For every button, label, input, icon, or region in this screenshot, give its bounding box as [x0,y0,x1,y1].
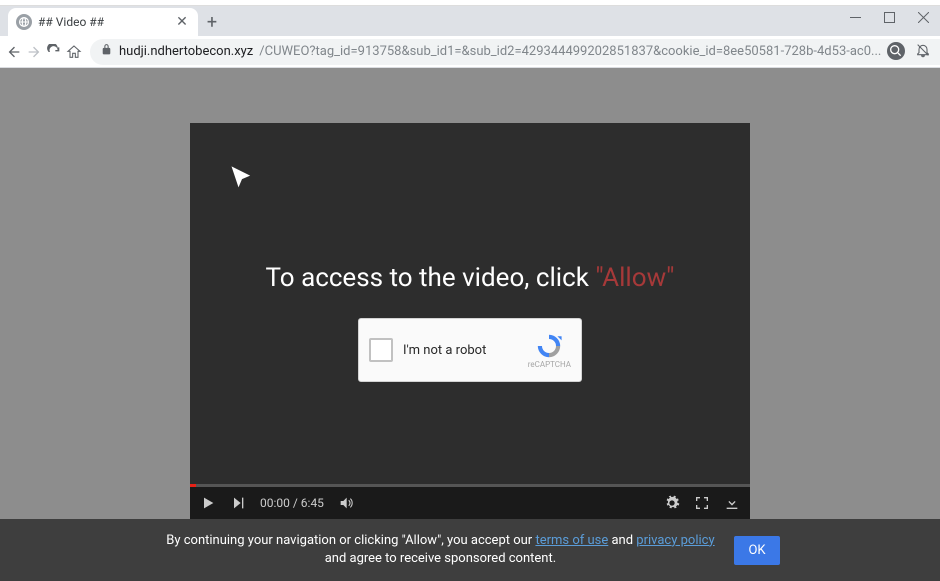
reload-button[interactable] [46,38,62,66]
url-path: /CUWEO?tag_id=913758&sub_id1=&sub_id2=42… [259,44,881,59]
video-player: To access to the video, click "Allow" I'… [190,123,750,519]
recaptcha-logo: reCAPTCHA [528,332,571,369]
browser-toolbar: hudji.ndhertobecon.xyz/CUWEO?tag_id=9137… [0,36,940,68]
close-window-button[interactable] [906,0,940,34]
page-content: To access to the video, click "Allow" I'… [0,68,940,581]
browser-tab[interactable]: ## Video ## ✕ [8,8,198,36]
forward-button[interactable] [26,38,42,66]
cookie-text: By continuing your navigation or clickin… [160,532,720,568]
cookie-and: and [608,533,636,548]
recaptcha-label: I'm not a robot [403,343,518,358]
volume-icon[interactable] [338,495,354,511]
maximize-button[interactable] [872,0,906,34]
overlay-prefix: To access to the video, click [266,263,596,293]
address-bar[interactable]: hudji.ndhertobecon.xyz/CUWEO?tag_id=9137… [90,39,940,65]
cookie-consent-bar: By continuing your navigation or clickin… [0,519,940,581]
url-host: hudji.ndhertobecon.xyz [119,44,253,59]
player-controls: 00:00 / 6:45 [190,487,750,519]
fullscreen-icon[interactable] [694,495,710,511]
globe-icon [16,14,32,30]
notifications-muted-icon[interactable] [915,42,931,62]
recaptcha-box[interactable]: I'm not a robot reCAPTCHA [358,318,582,382]
time-display: 00:00 / 6:45 [260,496,324,510]
window-controls [838,0,940,34]
close-tab-icon[interactable]: ✕ [174,14,190,30]
settings-gear-icon[interactable] [664,495,680,511]
cookie-t1: By continuing your navigation or clickin… [166,533,535,548]
ok-button[interactable]: OK [734,536,779,565]
cursor-icon [228,163,256,197]
tab-strip: ## Video ## ✕ + [0,6,940,36]
privacy-link[interactable]: privacy policy [636,533,714,548]
recaptcha-checkbox[interactable] [369,338,393,362]
play-icon[interactable] [200,495,216,511]
overlay-message: To access to the video, click "Allow" [190,263,750,293]
recaptcha-brand: reCAPTCHA [528,360,571,369]
download-icon[interactable] [724,495,740,511]
minimize-button[interactable] [838,0,872,34]
zoom-badge-icon[interactable] [887,42,905,60]
home-button[interactable] [66,38,82,66]
cookie-t2: and agree to receive sponsored content. [325,551,556,566]
new-tab-button[interactable]: + [198,8,226,36]
overlay-allow: "Allow" [595,263,674,293]
tab-title: ## Video ## [38,15,168,29]
next-icon[interactable] [230,495,246,511]
lock-icon [100,43,113,60]
terms-link[interactable]: terms of use [535,533,608,548]
back-button[interactable] [6,38,22,66]
